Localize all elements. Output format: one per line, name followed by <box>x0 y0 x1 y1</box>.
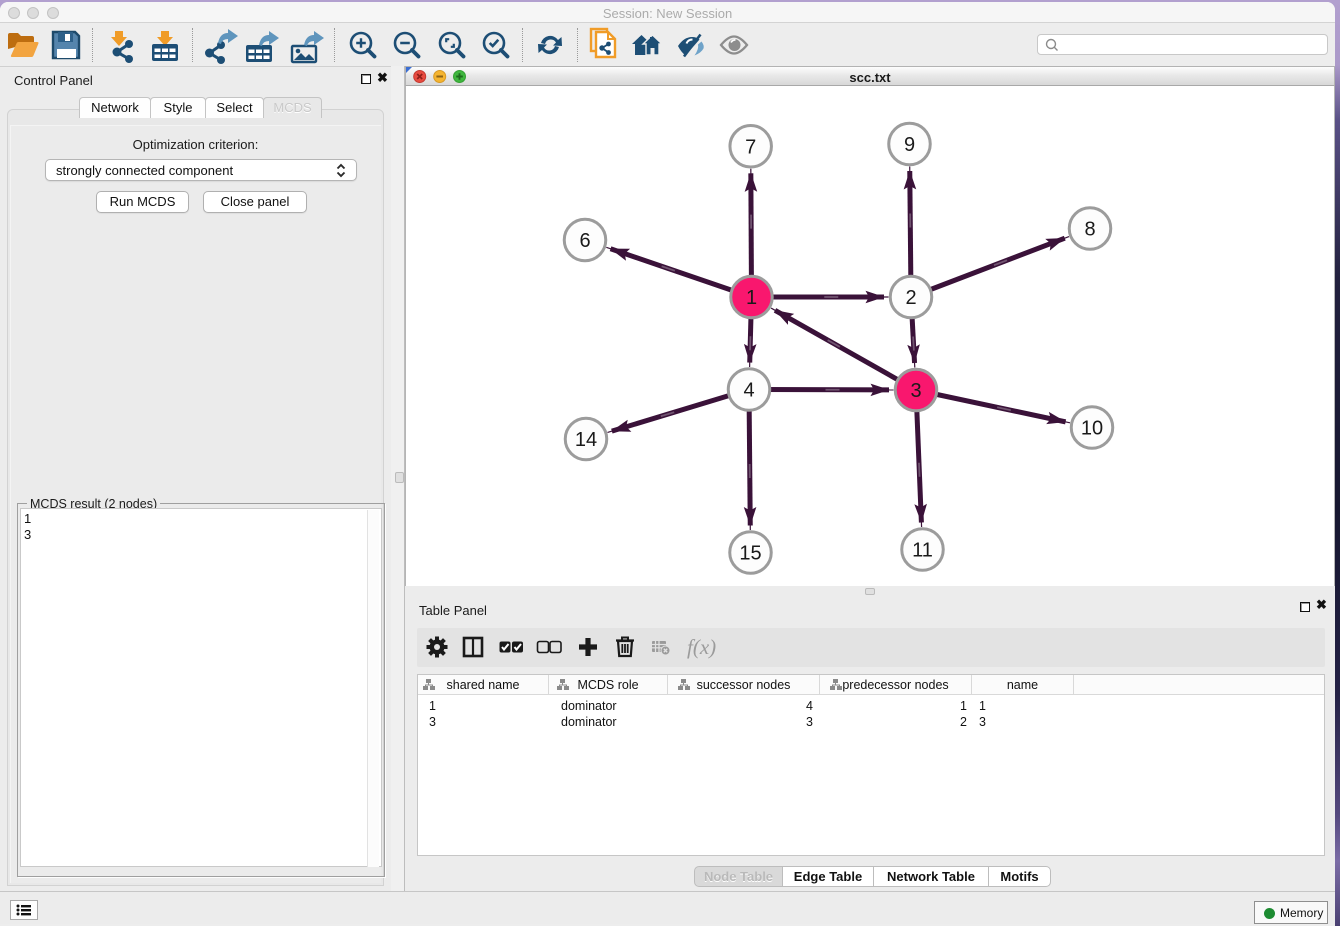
svg-text:2: 2 <box>905 287 916 309</box>
svg-text:1: 1 <box>746 287 757 309</box>
svg-text:14: 14 <box>575 429 597 451</box>
svg-text:11: 11 <box>912 540 933 562</box>
svg-text:10: 10 <box>1081 418 1103 440</box>
svg-text:6: 6 <box>579 230 590 252</box>
svg-text:4: 4 <box>743 380 754 402</box>
svg-text:8: 8 <box>1084 219 1095 241</box>
svg-text:7: 7 <box>745 136 756 158</box>
svg-text:f(x): f(x) <box>687 635 716 659</box>
svg-text:9: 9 <box>904 134 915 156</box>
svg-text:3: 3 <box>910 380 921 402</box>
svg-text:15: 15 <box>739 543 761 565</box>
